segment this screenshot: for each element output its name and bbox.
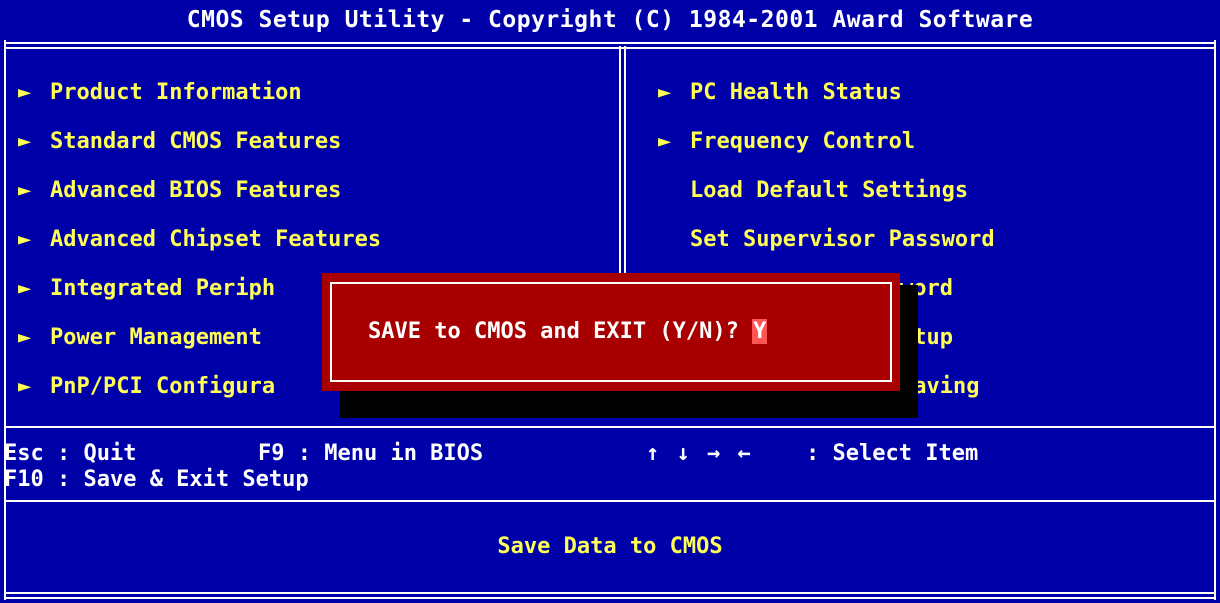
submenu-arrow-icon: ► [18, 129, 32, 154]
submenu-arrow-icon: ► [658, 80, 672, 105]
submenu-arrow-icon: ► [18, 80, 32, 105]
submenu-arrow-icon: ► [18, 374, 32, 399]
menu-item-frequency-control[interactable]: ► Frequency Control [658, 127, 915, 157]
submenu-arrow-icon: ► [18, 178, 32, 203]
menu-item-label: Standard CMOS Features [50, 129, 342, 154]
menu-item-label: Advanced Chipset Features [50, 227, 382, 252]
confirm-input[interactable]: Y [752, 319, 768, 344]
left-border [4, 40, 6, 600]
dialog-prompt: SAVE to CMOS and EXIT (Y/N)? Y [368, 317, 768, 347]
menu-item-pnp-pci-configura[interactable]: ► PnP/PCI Configura [18, 372, 275, 402]
help-divider [4, 426, 1216, 428]
label-rest: aving [913, 374, 980, 399]
help-f9-menu: F9 : Menu in BIOS [258, 441, 484, 466]
status-divider [4, 500, 1216, 502]
menu-item-load-default-settings[interactable]: Load Default Settings [690, 176, 968, 206]
submenu-arrow-icon: ► [658, 129, 672, 154]
menu-item-label: Load Default Settings [690, 178, 969, 203]
menu-item-label: PC Health Status [690, 80, 902, 105]
submenu-arrow-icon: ► [18, 227, 32, 252]
menu-item-advanced-chipset-features[interactable]: ► Advanced Chipset Features [18, 225, 381, 255]
menu-item-label: Power Management [50, 325, 262, 350]
menu-item-label: Product Information [50, 80, 302, 105]
submenu-arrow-icon: ► [18, 276, 32, 301]
menu-item-advanced-bios-features[interactable]: ► Advanced BIOS Features [18, 176, 341, 206]
menu-item-pc-health-status[interactable]: ► PC Health Status [658, 78, 902, 108]
bottom-divider [4, 592, 1216, 599]
status-message: Save Data to CMOS [497, 534, 723, 559]
title-bar: CMOS Setup Utility - Copyright (C) 1984-… [186, 7, 1034, 33]
menu-item-label: PnP/PCI Configura [50, 374, 276, 399]
menu-item-set-supervisor-password[interactable]: Set Supervisor Password [690, 225, 995, 255]
menu-item-integrated-periph[interactable]: ► Integrated Periph [18, 274, 275, 304]
menu-item-label: Frequency Control [690, 129, 916, 154]
menu-item-label: Set Supervisor Password [690, 227, 995, 252]
bios-screen: CMOS Setup Utility - Copyright (C) 1984-… [0, 0, 1220, 603]
top-divider [4, 42, 1216, 49]
right-border [1214, 40, 1216, 600]
save-exit-dialog: SAVE to CMOS and EXIT (Y/N)? Y [322, 273, 900, 391]
menu-item-standard-cmos-features[interactable]: ► Standard CMOS Features [18, 127, 341, 157]
help-arrow-keys: ↑ ↓ → ← [646, 441, 753, 466]
menu-item-product-information[interactable]: ► Product Information [18, 78, 302, 108]
submenu-arrow-icon: ► [18, 325, 32, 350]
menu-item-power-management[interactable]: ► Power Management [18, 323, 262, 353]
help-f10-save-exit: F10 : Save & Exit Setup [4, 467, 309, 492]
help-select-item: : Select Item [806, 441, 979, 466]
menu-item-label: Advanced BIOS Features [50, 178, 342, 203]
menu-item-label: Integrated Periph [50, 276, 276, 301]
help-esc-quit: Esc : Quit [4, 441, 137, 466]
dialog-prompt-text: SAVE to CMOS and EXIT (Y/N)? [368, 319, 753, 344]
